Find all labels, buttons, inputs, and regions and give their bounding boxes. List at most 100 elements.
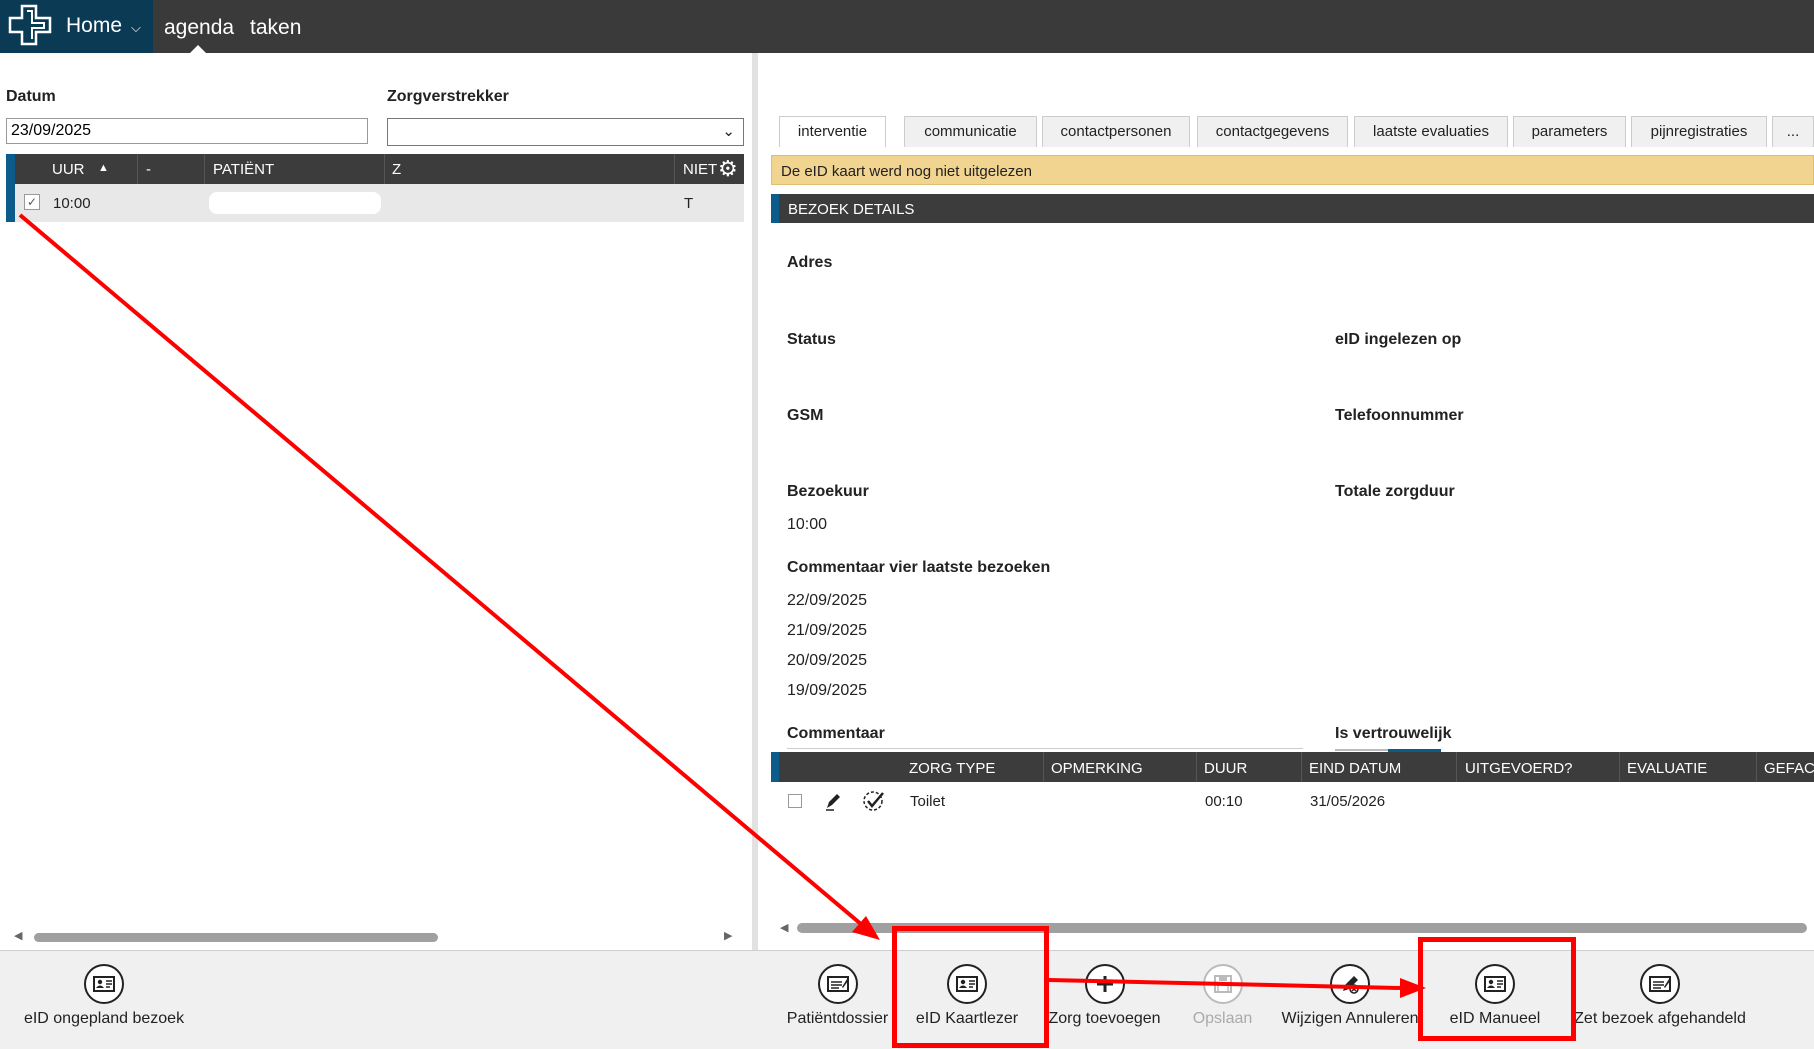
row-accent [6,184,15,222]
zet-bezoek-afgehandeld-label: Zet bezoek afgehandeld [1574,1010,1746,1027]
logo-area: Home ⌵ [0,0,153,53]
column-header-niet[interactable]: NIET [683,161,717,178]
edit-pencil-icon[interactable] [824,791,842,811]
patientdossier-label: Patiëntdossier [786,1010,889,1027]
column-header-opmerking[interactable]: OPMERKING [1051,760,1143,777]
id-card-icon [84,964,124,1004]
chevron-down-icon: ⌵ [131,20,141,35]
column-header-dash[interactable]: - [146,161,151,178]
nav-taken[interactable]: taken [250,16,301,40]
column-header-gefact[interactable]: GEFACT [1764,760,1814,777]
save-icon [1202,964,1243,1004]
column-header-patient[interactable]: PATIËNT [213,161,274,178]
table-row[interactable]: ✓ 10:00 T [6,184,744,222]
tab-laatste-evaluaties[interactable]: laatste evaluaties [1354,116,1508,147]
nav-agenda[interactable]: agenda [164,16,234,40]
zorg-type-value: Toilet [910,793,946,810]
row-uur: 10:00 [53,195,91,212]
tab-contactgegevens[interactable]: contactgegevens [1197,116,1348,147]
column-separator [137,154,138,184]
chevron-down-icon: ⌄ [722,123,735,140]
section-header: BEZOEK DETAILS [771,194,1814,223]
laatste-bezoek-date: 20/09/2025 [787,652,868,669]
row-accent [771,194,779,223]
commentaar-laatste-label: Commentaar vier laatste bezoeken [787,559,1051,576]
duur-value: 00:10 [1205,793,1243,810]
row-accent [6,154,15,184]
column-separator [674,154,675,184]
row-patient-redacted [209,192,381,214]
table-row[interactable]: Toilet 00:10 31/05/2026 [771,782,1814,820]
column-separator [1756,752,1757,782]
vertrouwelijk-label: Is vertrouwelijk [1335,725,1452,742]
scroll-left-icon[interactable]: ◀ [780,921,788,934]
column-separator [1196,752,1197,782]
row-niet: T [684,195,694,212]
row-checkbox[interactable]: ✓ [24,194,40,210]
datum-input[interactable] [6,118,368,144]
tab-communicatie[interactable]: communicatie [904,116,1037,147]
zorgduur-label: Totale zorgduur [1335,483,1455,500]
commentaar-field[interactable] [787,748,1303,749]
column-separator [1619,752,1620,782]
annotation-box-eid-manueel [1418,937,1576,1041]
telefoonnummer-label: Telefoonnummer [1335,407,1464,424]
adres-label: Adres [787,254,833,271]
scrollbar-thumb[interactable] [34,933,438,942]
gear-icon[interactable]: ⚙ [718,156,738,182]
row-accent [771,752,779,782]
datum-label: Datum [6,88,56,105]
zorgverstrekker-label: Zorgverstrekker [387,88,509,105]
panel-splitter[interactable] [752,53,758,953]
annotation-box-eid-kaartlezer [892,926,1049,1048]
scroll-right-icon[interactable]: ▶ [724,929,732,942]
tab-contactpersonen[interactable]: contactpersonen [1042,116,1190,147]
column-header-eind-datum[interactable]: EIND DATUM [1309,760,1401,777]
laatste-bezoek-date: 22/09/2025 [787,592,868,609]
column-header-uur[interactable]: UUR [52,161,85,178]
opslaan-button[interactable]: Opslaan [1180,951,1265,1049]
tab-more[interactable]: ... [1772,116,1814,147]
column-separator [1456,752,1457,782]
column-header-zorg-type[interactable]: ZORG TYPE [909,760,995,777]
cross-logo-icon [8,4,52,46]
eid-ongepland-bezoek-button[interactable]: eID ongepland bezoek [14,951,194,1049]
column-header-uitgevoerd[interactable]: UITGEVOERD? [1465,760,1573,777]
zorg-grid-header: ZORG TYPE OPMERKING DUUR EIND DATUM UITG… [771,752,1814,782]
column-header-evaluatie[interactable]: EVALUATIE [1627,760,1707,777]
agenda-grid-header: UUR ▲ - PATIËNT Z NIET ⚙ [6,154,744,184]
tab-interventie[interactable]: interventie [779,116,886,147]
commentaar-label: Commentaar [787,725,885,742]
column-separator [1043,752,1044,782]
patientdossier-button[interactable]: Patiëntdossier [780,951,895,1049]
zorg-toevoegen-button[interactable]: Zorg toevoegen [1042,951,1167,1049]
column-header-z[interactable]: Z [392,161,401,178]
wijzigen-annuleren-button[interactable]: Wijzigen Annuleren [1275,951,1425,1049]
active-nav-indicator [190,45,206,53]
plus-icon [1084,964,1125,1004]
row-checkbox[interactable] [788,794,802,808]
left-horizontal-scrollbar[interactable]: ◀ ▶ [6,928,744,944]
checklist-icon[interactable] [862,790,886,812]
zorgverstrekker-select[interactable]: ⌄ [387,118,744,146]
tab-pijnregistraties[interactable]: pijnregistraties [1631,116,1767,147]
eind-datum-value: 31/05/2026 [1310,793,1386,810]
column-header-duur[interactable]: DUUR [1204,760,1247,777]
sort-ascending-icon: ▲ [98,162,109,174]
scroll-left-icon[interactable]: ◀ [14,929,22,942]
tab-parameters[interactable]: parameters [1513,116,1626,147]
bezoekuur-value: 10:00 [787,516,828,533]
laatste-bezoek-date: 19/09/2025 [787,682,868,699]
zet-bezoek-afgehandeld-button[interactable]: Zet bezoek afgehandeld [1565,951,1755,1049]
eid-warning-banner: De eID kaart werd nog niet uitgelezen [771,155,1814,185]
bezoekuur-label: Bezoekuur [787,483,869,500]
wijzigen-annuleren-label: Wijzigen Annuleren [1281,1010,1419,1027]
column-separator [204,154,205,184]
home-menu-button[interactable]: Home [66,14,122,38]
opslaan-label: Opslaan [1192,1010,1253,1027]
laatste-bezoek-date: 21/09/2025 [787,622,868,639]
section-title: BEZOEK DETAILS [788,201,915,218]
zorg-toevoegen-label: Zorg toevoegen [1048,1010,1161,1027]
dossier-icon [1640,964,1680,1004]
status-label: Status [787,331,836,348]
